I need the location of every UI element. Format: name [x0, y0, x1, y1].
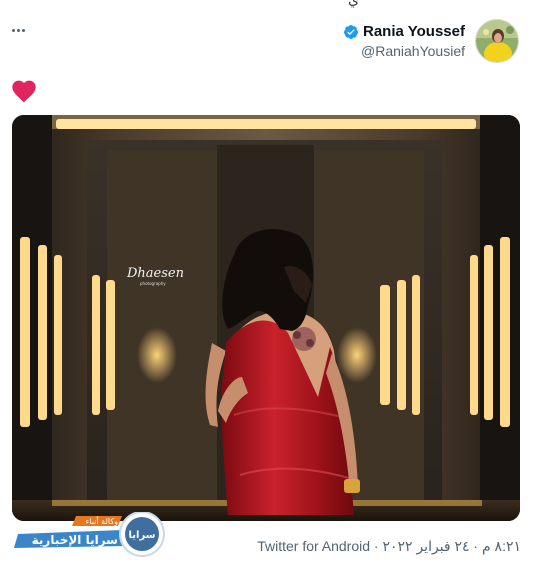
tweet-photo[interactable]: Dhaesen photography	[12, 115, 520, 521]
more-dot-icon	[12, 28, 15, 32]
heart-icon	[12, 80, 36, 103]
news-agency-logo: وكالة أنباء سرايا الإخبارية سرايا	[14, 511, 169, 562]
verified-badge-icon	[343, 24, 358, 39]
svg-text:photography: photography	[140, 281, 166, 286]
more-options-button[interactable]	[12, 22, 34, 38]
saraya-logo-icon: وكالة أنباء سرايا الإخبارية سرايا	[14, 511, 165, 557]
logo-top-text: وكالة أنباء	[86, 516, 119, 526]
author-handle[interactable]: @RaniahYousief	[361, 43, 465, 59]
cropped-header-text: ي	[0, 0, 535, 8]
photo-woman-red-dress: Dhaesen photography	[12, 115, 520, 521]
cropped-header-glyph: ي	[348, 0, 359, 8]
author-name[interactable]: Rania Youssef	[363, 23, 465, 40]
author-name-row: Rania Youssef	[343, 23, 465, 40]
more-dot-icon	[17, 28, 20, 32]
like-button[interactable]	[10, 77, 38, 103]
more-dot-icon	[22, 28, 25, 32]
tweet-source-link[interactable]: Twitter for Android	[257, 538, 370, 554]
tweet-author[interactable]: Rania Youssef @RaniahYousief	[343, 19, 519, 63]
tweet-timestamp[interactable]: ٨:٢١ م · ٢٤ فبراير ٢٠٢٢ ·	[374, 538, 521, 554]
avatar-image	[476, 20, 518, 62]
photographer-watermark: Dhaesen	[126, 266, 184, 281]
logo-badge-text: سرايا	[129, 530, 156, 541]
author-names: Rania Youssef @RaniahYousief	[343, 23, 465, 59]
avatar[interactable]	[475, 19, 519, 63]
tweet-meta: Twitter for Android ٨:٢١ م · ٢٤ فبراير ٢…	[257, 538, 521, 555]
logo-main-text: سرايا الإخبارية	[32, 533, 118, 547]
